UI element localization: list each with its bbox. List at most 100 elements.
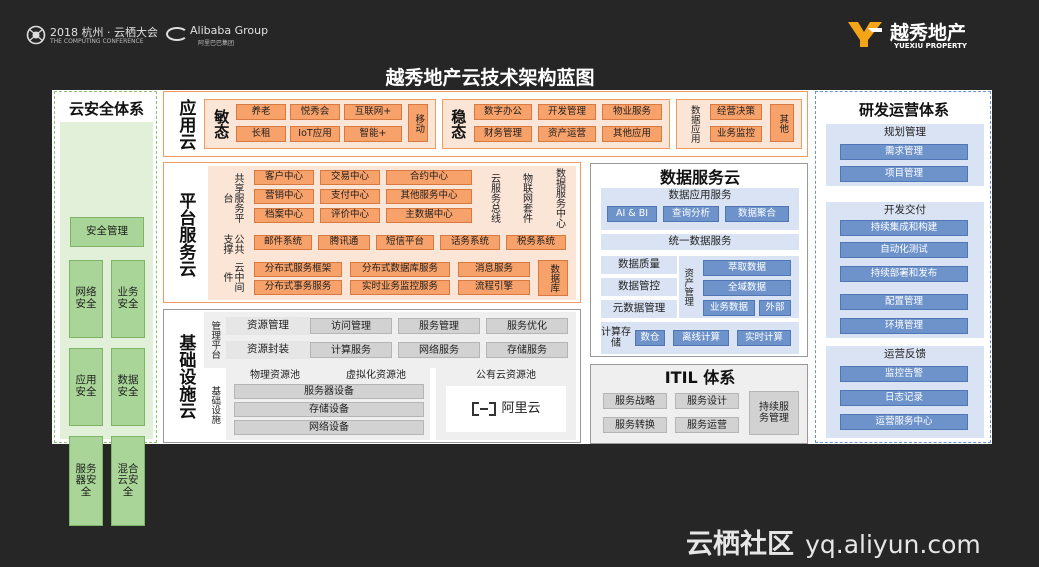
stable-item-property[interactable]: 物业服务 [602,104,662,120]
security-item-network[interactable]: 网络安全 [69,260,103,338]
public-mail[interactable]: 邮件系统 [254,235,312,250]
data-item-other[interactable]: 其他 [770,104,794,142]
mw-realtime[interactable]: 实时业务监控服务 [350,280,450,295]
ops-service-center[interactable]: 运营服务中心 [840,414,968,430]
agile-item-mobile[interactable]: 移动 [408,104,428,142]
yuexiu-logo-icon [848,22,882,47]
data-item-decision[interactable]: 经营决策 [710,104,762,120]
agile-item-smart[interactable]: 智能+ [344,126,402,142]
infra-mgmt-label: 管理平台 [209,321,221,359]
asset-business[interactable]: 业务数据 [703,300,755,316]
ops-log[interactable]: 日志记录 [840,390,968,406]
security-item-server[interactable]: 服务器安全 [69,436,103,526]
data-app-aggregate[interactable]: 数据聚合 [725,206,789,222]
delivery-autotest[interactable]: 自动化测试 [840,242,968,258]
infra-storage[interactable]: 存储服务 [486,342,568,358]
shared-payment[interactable]: 支付中心 [320,189,380,204]
aliyun-badge[interactable]: 阿里云 [446,386,566,432]
stable-label: 稳态 [449,109,468,139]
delivery-cd[interactable]: 持续部署和发布 [840,266,968,282]
device-server[interactable]: 服务器设备 [234,384,424,399]
infra-compute[interactable]: 计算服务 [310,342,392,358]
conference-logo-icon [26,25,46,45]
planning-requirement[interactable]: 需求管理 [840,144,968,160]
mw-dist-service[interactable]: 分布式服务框架 [254,262,342,277]
asset-external[interactable]: 外部 [759,300,791,316]
security-title: 云安全体系 [68,99,144,118]
shared-other[interactable]: 其他服务中心 [386,189,472,204]
platform-title: 平台服务云 [175,191,196,277]
stable-item-office[interactable]: 数字办公 [474,104,532,120]
shared-trade[interactable]: 交易中心 [320,170,380,185]
public-tax[interactable]: 税务系统 [506,235,566,250]
delivery-ci[interactable]: 持续集成和构建 [840,220,968,236]
agile-item-long-rent[interactable]: 长租 [236,126,286,142]
data-app-label: 数据应用 [688,105,700,143]
aliyun-label: 阿里云 [501,400,541,416]
devops-title: 研发运营体系 [858,100,949,119]
stable-item-finance[interactable]: 财务管理 [474,126,532,142]
metadata-mgmt[interactable]: 元数据管理 [601,300,677,318]
infra-access-mgmt[interactable]: 访问管理 [310,318,392,334]
ops-monitor[interactable]: 监控告警 [840,366,968,382]
asset-global[interactable]: 全域数据 [703,280,791,296]
security-item-application[interactable]: 应用安全 [69,348,103,426]
data-item-monitor[interactable]: 业务监控 [710,126,762,142]
mw-dist-db[interactable]: 分布式数据库服务 [350,262,450,277]
delivery-env[interactable]: 环境管理 [840,318,968,334]
compute-realtime[interactable]: 实时计算 [737,330,791,346]
itil-operation[interactable]: 服务运营 [675,417,739,433]
shared-masterdata[interactable]: 主数据中心 [386,208,472,223]
public-pool-label: 公有云资源池 [476,369,536,381]
shared-archive[interactable]: 档案中心 [254,208,314,223]
mw-database[interactable]: 数据库 [538,260,568,296]
itil-panel: ITIL 体系 服务战略 服务设计 服务转换 服务运营 持续服务管理 [590,364,808,444]
device-storage[interactable]: 存储设备 [234,402,424,417]
compute-offline[interactable]: 离线计算 [673,330,729,346]
itil-strategy[interactable]: 服务战略 [603,393,667,409]
shared-contract[interactable]: 合约中心 [386,170,472,185]
data-quality[interactable]: 数据质量 [601,256,677,274]
yuexiu-name-cn: 越秀地产 [890,22,967,44]
agile-item-yuexiu-club[interactable]: 悦秀会 [290,104,340,120]
shared-customer[interactable]: 客户中心 [254,170,314,185]
shared-marketing[interactable]: 营销中心 [254,189,314,204]
data-app-query[interactable]: 查询分析 [663,206,719,222]
infra-service-opt[interactable]: 服务优化 [486,318,568,334]
mw-message[interactable]: 消息服务 [458,262,530,277]
shared-review[interactable]: 评价中心 [320,208,380,223]
mw-dist-tx[interactable]: 分布式事务服务 [254,280,342,295]
service-bus[interactable]: 云服务总线 [482,169,506,227]
security-item-business[interactable]: 业务安全 [111,260,145,338]
security-mgmt[interactable]: 安全管理 [70,217,144,247]
aliyun-logo-icon [472,402,497,416]
public-call[interactable]: 话务系统 [440,235,500,250]
public-sms[interactable]: 短信平台 [376,235,434,250]
stable-item-other[interactable]: 其他应用 [602,126,662,142]
agile-item-iot[interactable]: IoT应用 [290,126,340,142]
conference-logo: 2018 杭州 · 云栖大会 THE COMPUTING CONFERENCE [26,24,166,46]
planning-project[interactable]: 项目管理 [840,166,968,182]
public-rtx[interactable]: 腾讯通 [318,235,370,250]
agile-item-internet[interactable]: 互联网+ [344,104,402,120]
stable-item-dev[interactable]: 开发管理 [538,104,596,120]
mw-workflow[interactable]: 流程引擎 [458,280,530,295]
unified-data-service[interactable]: 统一数据服务 [601,234,799,250]
security-item-hybrid[interactable]: 混合云安全 [111,436,145,526]
infra-network[interactable]: 网络服务 [398,342,480,358]
itil-continuous[interactable]: 持续服务管理 [749,391,799,435]
iot-suite[interactable]: 物联网套件 [514,169,538,227]
device-network[interactable]: 网络设备 [234,420,424,435]
compute-warehouse[interactable]: 数仓 [635,330,665,346]
security-item-data[interactable]: 数据安全 [111,348,145,426]
itil-design[interactable]: 服务设计 [675,393,739,409]
data-app-ai-bi[interactable]: AI & BI [607,206,657,222]
delivery-config[interactable]: 配置管理 [840,294,968,310]
data-governance[interactable]: 数据管控 [601,278,677,296]
data-service-center[interactable]: 数据服务中心 [544,167,574,229]
asset-extract[interactable]: 萃取数据 [703,260,791,276]
infra-service-mgmt[interactable]: 服务管理 [398,318,480,334]
itil-transition[interactable]: 服务转换 [603,417,667,433]
agile-item-elderly[interactable]: 养老 [236,104,286,120]
stable-item-asset[interactable]: 资产运营 [538,126,596,142]
